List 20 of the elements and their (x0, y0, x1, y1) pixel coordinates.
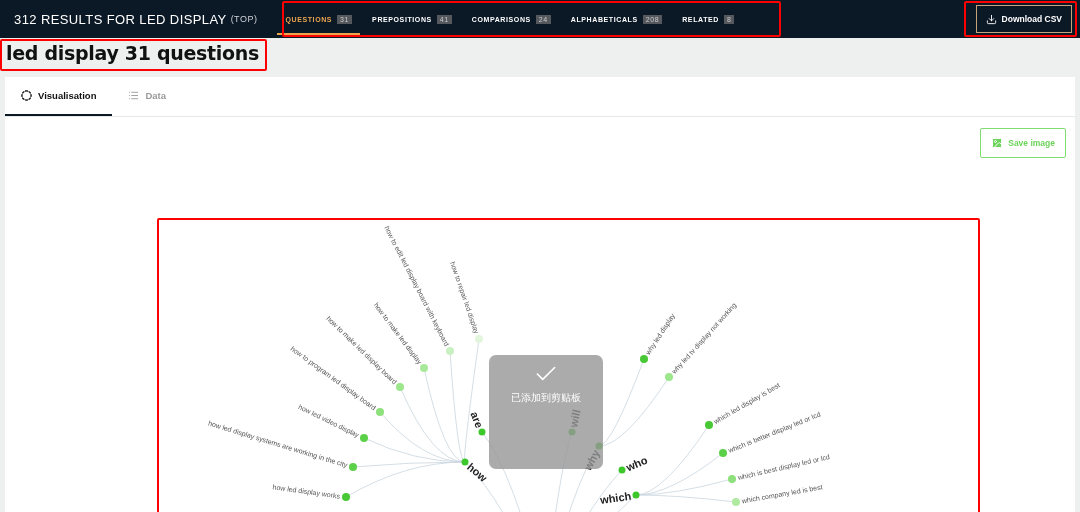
toast-message: 已添加到剪贴板 (511, 391, 581, 405)
node-dot (618, 466, 626, 474)
node-dot (478, 428, 486, 436)
tab-label: Visualisation (38, 90, 97, 101)
branch-label: are (468, 409, 486, 430)
branch-label: who (624, 453, 650, 474)
image-icon (991, 137, 1004, 149)
node-dot (461, 458, 469, 466)
branch-label: which (599, 489, 632, 506)
node-dot (632, 491, 640, 499)
circle-icon (21, 90, 32, 101)
branch-label: why (581, 447, 602, 473)
download-icon (985, 13, 997, 25)
list-icon (128, 90, 140, 101)
tab-label: Data (145, 90, 167, 101)
page-heading: led display 31 questions (0, 39, 268, 71)
view-tab[interactable]: Visualisation (5, 77, 113, 116)
results-title: 312 RESULTS FOR LED DISPLAY (14, 11, 227, 27)
download-button[interactable]: Download CSV (975, 5, 1072, 33)
results-scope: (TOP) (230, 14, 258, 24)
